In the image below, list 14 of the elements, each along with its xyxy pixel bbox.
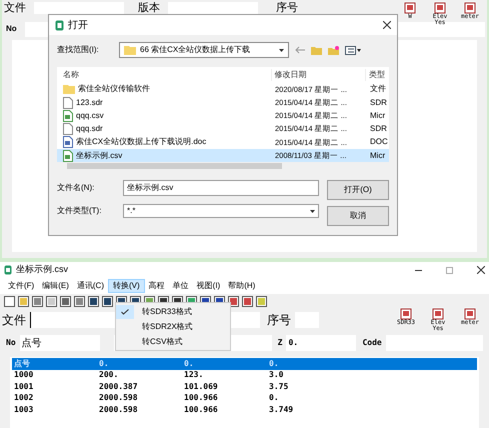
look-in-label: 查找范围(I): [57,44,100,56]
window-title: 坐标示例.csv [16,263,68,276]
no-label: No [6,337,16,349]
file-label: 文件 [1,312,26,329]
sequence-label: 序号 [276,0,298,16]
z-label: Z [278,337,282,349]
filename-label: 文件名(N): [57,182,96,194]
no-label: No [6,23,17,35]
dialog-title: 打开 [68,18,88,32]
file-label: 文件 [4,0,26,16]
sequence-label: 序号 [267,312,291,329]
version-label: 版本 [138,0,160,16]
filetype-label: 文件类型(T): [57,205,102,217]
code-label: Code [362,337,382,349]
